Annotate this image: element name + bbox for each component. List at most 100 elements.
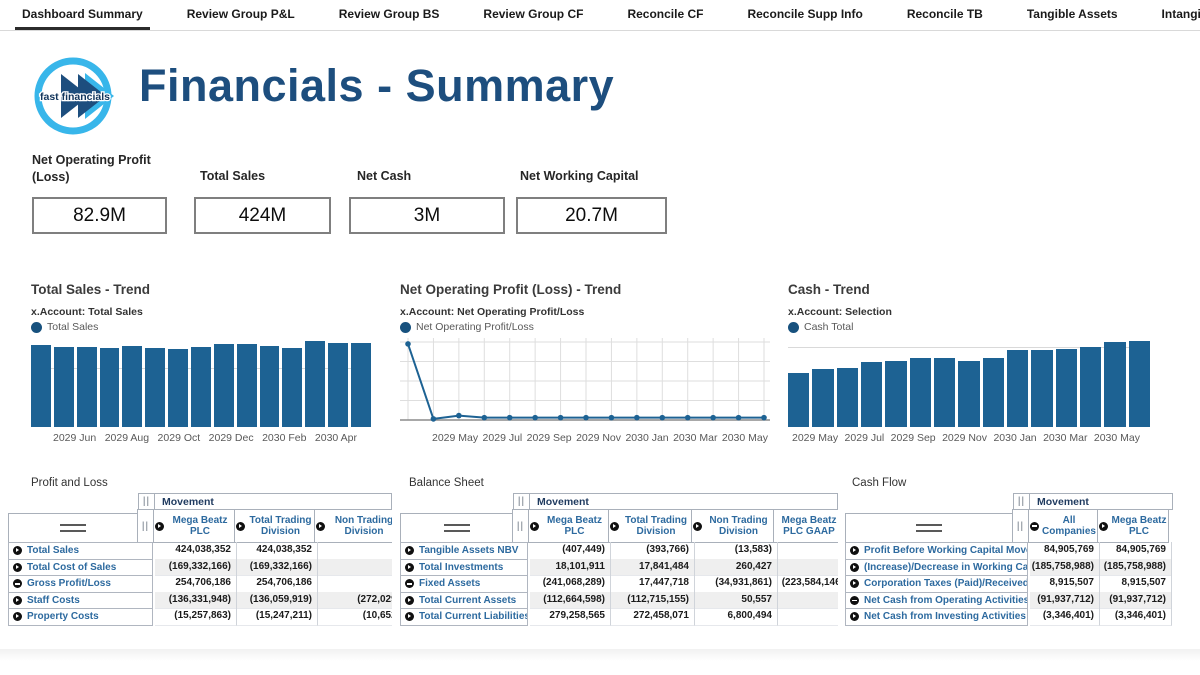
row-label-profit-before-working-capital-movement[interactable]: Profit Before Working Capital Movement bbox=[864, 545, 1027, 556]
column-drag-handle-icon[interactable]: || bbox=[1013, 493, 1030, 510]
point-2030-jan[interactable] bbox=[608, 414, 615, 421]
point-2029-may[interactable] bbox=[405, 341, 411, 347]
tab-tangible-assets[interactable]: Tangible Assets bbox=[1020, 0, 1125, 30]
circle-arrow-icon[interactable] bbox=[155, 521, 164, 531]
row-header-menu[interactable] bbox=[845, 513, 1013, 543]
point-2030-apr[interactable] bbox=[684, 414, 691, 421]
row-header-menu[interactable] bbox=[8, 513, 138, 543]
bar-2030-may[interactable] bbox=[1079, 347, 1102, 427]
point-2029-dec[interactable] bbox=[583, 414, 589, 421]
circle-arrow-icon[interactable] bbox=[1099, 521, 1108, 531]
bar-2029-jul[interactable] bbox=[836, 368, 858, 427]
row-label-cell[interactable]: (Increase)/Decrease in Working Capital bbox=[845, 558, 1028, 576]
bar-2029-aug[interactable] bbox=[860, 361, 883, 427]
row-label-cell[interactable]: Property Costs bbox=[8, 608, 153, 626]
column-group-movement[interactable]: Movement bbox=[529, 493, 838, 510]
row-label-net-cash-from-operating-activities[interactable]: Net Cash from Operating Activities bbox=[864, 595, 1027, 606]
bar-2029-dec[interactable] bbox=[958, 360, 980, 427]
circle-minus-icon[interactable] bbox=[13, 579, 22, 589]
column-header-mega-beatz-plc[interactable]: Mega Beatz PLC bbox=[153, 509, 235, 543]
bar-2029-sep[interactable] bbox=[122, 345, 143, 427]
row-label-total-sales[interactable]: Total Sales bbox=[27, 545, 79, 556]
column-header-non-trading-division[interactable]: Non Trading Division bbox=[691, 509, 774, 543]
tab-dashboard-summary[interactable]: Dashboard Summary bbox=[15, 0, 150, 30]
bar-2030-jul[interactable] bbox=[351, 343, 371, 427]
point-2029-jul[interactable] bbox=[456, 412, 462, 419]
row-label-staff-costs[interactable]: Staff Costs bbox=[27, 595, 80, 606]
row-label-property-costs[interactable]: Property Costs bbox=[27, 611, 99, 622]
column-group-movement[interactable]: Movement bbox=[1029, 493, 1173, 510]
column-header-mega-beatz-plc-gaap[interactable]: Mega Beatz PLC GAAP bbox=[773, 509, 838, 543]
column-drag-handle-icon[interactable]: || bbox=[513, 493, 530, 510]
column-header-mega-beatz-plc[interactable]: Mega Beatz PLC bbox=[528, 509, 609, 543]
row-label-cell[interactable]: Total Cost of Sales bbox=[8, 558, 153, 576]
column-drag-handle-icon[interactable]: || bbox=[512, 509, 529, 543]
row-label-total-current-liabilities[interactable]: Total Current Liabilities bbox=[419, 611, 527, 622]
row-label-cell[interactable]: Tangible Assets NBV bbox=[400, 542, 528, 560]
bar-2030-apr[interactable] bbox=[1055, 348, 1077, 427]
row-label-total-cost-of-sales[interactable]: Total Cost of Sales bbox=[27, 562, 116, 573]
bar-2029-jun[interactable] bbox=[812, 368, 834, 427]
bar-2030-jun[interactable] bbox=[1104, 342, 1126, 427]
column-drag-handle-icon[interactable]: || bbox=[1012, 509, 1029, 543]
circle-minus-icon[interactable] bbox=[850, 595, 859, 605]
circle-minus-icon[interactable] bbox=[405, 579, 414, 589]
row-label-corporation-taxes-paid-received[interactable]: Corporation Taxes (Paid)/Received bbox=[864, 578, 1027, 589]
row-label-cell[interactable]: Total Current Assets bbox=[400, 591, 528, 609]
circle-arrow-icon[interactable] bbox=[13, 595, 22, 605]
column-drag-handle-icon[interactable]: || bbox=[137, 509, 154, 543]
column-header-total-trading-division[interactable]: Total Trading Division bbox=[234, 509, 315, 543]
point-2030-jun[interactable] bbox=[735, 414, 742, 421]
circle-arrow-icon[interactable] bbox=[405, 595, 414, 605]
bar-2030-mar[interactable] bbox=[1031, 349, 1053, 427]
point-2030-jul[interactable] bbox=[761, 414, 767, 421]
bar-2030-jan[interactable] bbox=[982, 358, 1004, 427]
bar-2029-oct[interactable] bbox=[909, 358, 931, 427]
bar-2030-feb[interactable] bbox=[1006, 349, 1029, 427]
circle-arrow-icon[interactable] bbox=[316, 521, 325, 531]
row-label-cell[interactable]: Fixed Assets bbox=[400, 575, 528, 593]
circle-arrow-icon[interactable] bbox=[13, 612, 22, 622]
circle-arrow-icon[interactable] bbox=[236, 521, 245, 531]
bar-2030-jan[interactable] bbox=[213, 344, 234, 427]
column-header-all-companies[interactable]: All Companies bbox=[1028, 509, 1098, 543]
tab-review-group-bs[interactable]: Review Group BS bbox=[332, 0, 447, 30]
circle-minus-icon[interactable] bbox=[1030, 521, 1039, 531]
bar-2030-jul[interactable] bbox=[1128, 341, 1150, 427]
point-2029-jun[interactable] bbox=[430, 416, 437, 422]
row-label-fixed-assets[interactable]: Fixed Assets bbox=[419, 578, 480, 589]
bar-2030-mar[interactable] bbox=[259, 345, 280, 427]
circle-arrow-icon[interactable] bbox=[13, 562, 22, 572]
circle-arrow-icon[interactable] bbox=[850, 612, 859, 622]
bar-2030-apr[interactable] bbox=[282, 347, 303, 427]
circle-arrow-icon[interactable] bbox=[850, 579, 859, 589]
circle-arrow-icon[interactable] bbox=[405, 612, 414, 622]
point-2030-mar[interactable] bbox=[659, 414, 666, 421]
row-label-net-cash-from-investing-activities[interactable]: Net Cash from Investing Activities bbox=[864, 611, 1026, 622]
tab-review-group-cf[interactable]: Review Group CF bbox=[476, 0, 590, 30]
row-label-cell[interactable]: Staff Costs bbox=[8, 591, 153, 609]
column-header-total-trading-division[interactable]: Total Trading Division bbox=[608, 509, 692, 543]
column-group-movement[interactable]: Movement bbox=[154, 493, 392, 510]
bar-2029-may[interactable] bbox=[31, 345, 51, 427]
bar-2029-sep[interactable] bbox=[885, 360, 907, 427]
bar-2029-nov[interactable] bbox=[168, 348, 189, 427]
row-label-total-investments[interactable]: Total Investments bbox=[419, 562, 503, 573]
tab-reconcile-supp-info[interactable]: Reconcile Supp Info bbox=[740, 0, 869, 30]
column-header-mega-beatz-plc[interactable]: Mega Beatz PLC bbox=[1097, 509, 1169, 543]
circle-arrow-icon[interactable] bbox=[13, 546, 22, 556]
bar-2029-oct[interactable] bbox=[145, 347, 166, 427]
row-label-increase-decrease-in-working-capital[interactable]: (Increase)/Decrease in Working Capital bbox=[864, 562, 1027, 573]
bar-2030-jun[interactable] bbox=[328, 343, 349, 427]
circle-arrow-icon[interactable] bbox=[850, 562, 859, 572]
point-2029-nov[interactable] bbox=[557, 414, 564, 421]
tab-review-group-p-l[interactable]: Review Group P&L bbox=[180, 0, 302, 30]
row-label-cell[interactable]: Total Sales bbox=[8, 542, 153, 560]
row-label-total-current-assets[interactable]: Total Current Assets bbox=[419, 595, 516, 606]
row-label-cell[interactable]: Total Investments bbox=[400, 558, 528, 576]
row-label-tangible-assets-nbv[interactable]: Tangible Assets NBV bbox=[419, 545, 518, 556]
row-label-cell[interactable]: Net Cash from Investing Activities bbox=[845, 608, 1028, 626]
row-label-gross-profit-loss[interactable]: Gross Profit/Loss bbox=[27, 578, 111, 589]
circle-arrow-icon[interactable] bbox=[850, 546, 859, 556]
row-label-cell[interactable]: Profit Before Working Capital Movement bbox=[845, 542, 1028, 560]
